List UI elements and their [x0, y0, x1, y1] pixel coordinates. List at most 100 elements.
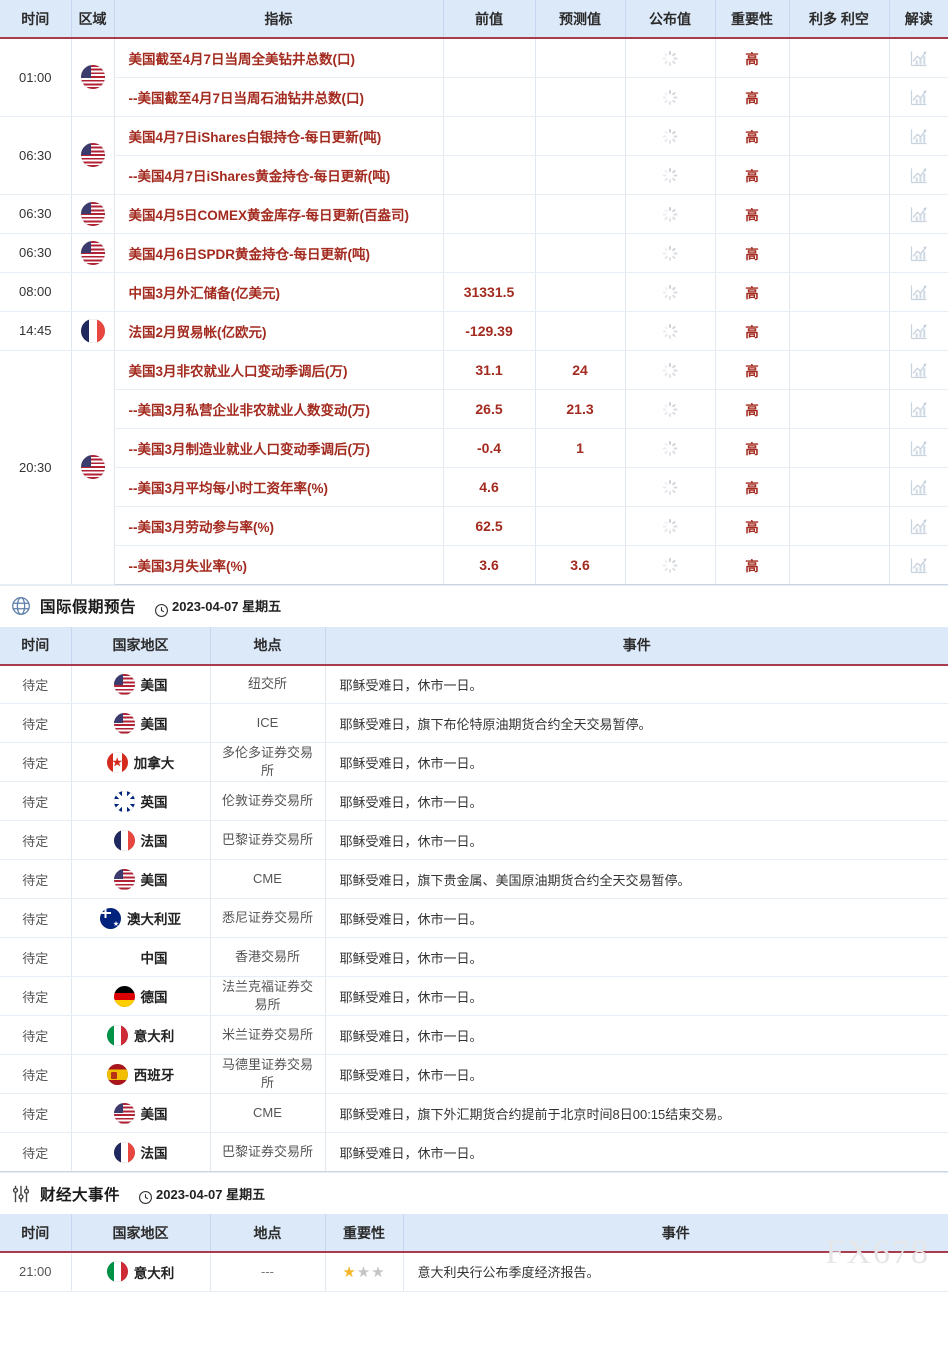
holiday-row[interactable]: 待定美国纽交所耶稣受难日，休市一日。 — [0, 665, 948, 704]
calendar-cell-analysis[interactable] — [889, 38, 948, 77]
calendar-cell-analysis[interactable] — [889, 155, 948, 194]
calendar-row[interactable]: 06:30美国4月5日COMEX黄金库存-每日更新(百盎司)高 — [0, 194, 948, 233]
calendar-cell-indicator[interactable]: 美国4月7日iShares白银持仓-每日更新(吨) — [114, 116, 443, 155]
holiday-cell-place: 伦敦证券交易所 — [210, 782, 325, 821]
holiday-row[interactable]: 待定西班牙马德里证券交易所耶稣受难日，休市一日。 — [0, 1055, 948, 1094]
calendar-cell-analysis[interactable] — [889, 389, 948, 428]
calendar-cell-indicator[interactable]: --美国截至4月7日当周石油钻井总数(口) — [114, 77, 443, 116]
analysis-chart-icon[interactable] — [909, 204, 929, 224]
calendar-cell-previous: 4.6 — [443, 467, 535, 506]
holiday-cell-event: 耶稣受难日，休市一日。 — [325, 977, 948, 1016]
analysis-chart-icon[interactable] — [909, 360, 929, 380]
holiday-cell-event: 耶稣受难日，休市一日。 — [325, 665, 948, 704]
calendar-cell-analysis[interactable] — [889, 428, 948, 467]
holiday-row[interactable]: 待定中国香港交易所耶稣受难日，休市一日。 — [0, 938, 948, 977]
calendar-cell-analysis[interactable] — [889, 233, 948, 272]
calendar-row[interactable]: --美国3月失业率(%)3.63.6高 — [0, 545, 948, 584]
calendar-row[interactable]: 08:00中国3月外汇储备(亿美元)31331.5高 — [0, 272, 948, 311]
holiday-row[interactable]: 待定澳大利亚悉尼证券交易所耶稣受难日，休市一日。 — [0, 899, 948, 938]
holiday-row[interactable]: 待定法国巴黎证券交易所耶稣受难日，休市一日。 — [0, 821, 948, 860]
calendar-cell-analysis[interactable] — [889, 116, 948, 155]
flag-ca-icon: ★ — [107, 752, 128, 773]
analysis-chart-icon[interactable] — [909, 516, 929, 536]
calendar-row[interactable]: 06:30美国4月7日iShares白银持仓-每日更新(吨)高 — [0, 116, 948, 155]
loading-spinner-icon — [663, 51, 678, 66]
calendar-cell-forecast: 3.6 — [535, 545, 625, 584]
holiday-row[interactable]: 待定美国CME耶稣受难日，旗下外汇期货合约提前于北京时间8日00:15结束交易。 — [0, 1094, 948, 1133]
calendar-row[interactable]: --美国4月7日iShares黄金持仓-每日更新(吨)高 — [0, 155, 948, 194]
analysis-chart-icon[interactable] — [909, 87, 929, 107]
calendar-cell-bull-bear — [789, 467, 889, 506]
holiday-row[interactable]: 待定★加拿大多伦多证券交易所耶稣受难日，休市一日。 — [0, 743, 948, 782]
calendar-cell-forecast — [535, 116, 625, 155]
holiday-cell-time: 待定 — [0, 821, 71, 860]
calendar-row[interactable]: --美国3月劳动参与率(%)62.5高 — [0, 506, 948, 545]
calendar-cell-forecast: 1 — [535, 428, 625, 467]
calendar-row[interactable]: --美国3月制造业就业人口变动季调后(万)-0.41高 — [0, 428, 948, 467]
calendar-cell-analysis[interactable] — [889, 194, 948, 233]
calendar-cell-analysis[interactable] — [889, 506, 948, 545]
events-cell-country: 意大利 — [71, 1252, 210, 1291]
calendar-cell-analysis[interactable] — [889, 467, 948, 506]
calendar-cell-indicator[interactable]: --美国3月失业率(%) — [114, 545, 443, 584]
calendar-cell-indicator[interactable]: --美国3月私营企业非农就业人数变动(万) — [114, 389, 443, 428]
calendar-row[interactable]: --美国3月平均每小时工资年率(%)4.6高 — [0, 467, 948, 506]
holiday-cell-time: 待定 — [0, 743, 71, 782]
calendar-cell-bull-bear — [789, 389, 889, 428]
holiday-cell-place: 米兰证券交易所 — [210, 1016, 325, 1055]
holiday-row[interactable]: 待定法国巴黎证券交易所耶稣受难日，休市一日。 — [0, 1133, 948, 1172]
calendar-row[interactable]: 14:45法国2月贸易帐(亿欧元)-129.39高 — [0, 311, 948, 350]
calendar-cell-indicator[interactable]: 美国4月5日COMEX黄金库存-每日更新(百盎司) — [114, 194, 443, 233]
analysis-chart-icon[interactable] — [909, 282, 929, 302]
calendar-cell-indicator[interactable]: 法国2月贸易帐(亿欧元) — [114, 311, 443, 350]
holiday-row[interactable]: 待定意大利米兰证券交易所耶稣受难日，休市一日。 — [0, 1016, 948, 1055]
calendar-cell-indicator[interactable]: 美国截至4月7日当周全美钻井总数(口) — [114, 38, 443, 77]
calendar-cell-indicator[interactable]: 中国3月外汇储备(亿美元) — [114, 272, 443, 311]
analysis-chart-icon[interactable] — [909, 126, 929, 146]
analysis-chart-icon[interactable] — [909, 555, 929, 575]
calendar-cell-bull-bear — [789, 311, 889, 350]
holiday-row[interactable]: 待定德国法兰克福证券交易所耶稣受难日，休市一日。 — [0, 977, 948, 1016]
calendar-cell-indicator[interactable]: 美国4月6日SPDR黄金持仓-每日更新(吨) — [114, 233, 443, 272]
calendar-row[interactable]: --美国截至4月7日当周石油钻井总数(口)高 — [0, 77, 948, 116]
flag-us-icon — [114, 869, 135, 890]
calendar-cell-forecast — [535, 272, 625, 311]
calendar-cell-bull-bear — [789, 155, 889, 194]
calendar-cell-analysis[interactable] — [889, 311, 948, 350]
calendar-row[interactable]: 06:30美国4月6日SPDR黄金持仓-每日更新(吨)高 — [0, 233, 948, 272]
holiday-section-title: 国际假期预告 — [40, 595, 136, 617]
calendar-cell-indicator[interactable]: --美国3月平均每小时工资年率(%) — [114, 467, 443, 506]
holiday-row[interactable]: 待定英国伦敦证券交易所耶稣受难日，休市一日。 — [0, 782, 948, 821]
calendar-cell-indicator[interactable]: --美国3月制造业就业人口变动季调后(万) — [114, 428, 443, 467]
calendar-cell-analysis[interactable] — [889, 272, 948, 311]
calendar-cell-analysis[interactable] — [889, 77, 948, 116]
calendar-cell-indicator[interactable]: 美国3月非农就业人口变动季调后(万) — [114, 350, 443, 389]
calendar-cell-previous: -0.4 — [443, 428, 535, 467]
calendar-cell-previous — [443, 155, 535, 194]
analysis-chart-icon[interactable] — [909, 477, 929, 497]
flag-placeholder — [114, 947, 135, 968]
calendar-cell-analysis[interactable] — [889, 350, 948, 389]
calendar-cell-published — [625, 389, 715, 428]
analysis-chart-icon[interactable] — [909, 321, 929, 341]
calendar-cell-region — [71, 233, 114, 272]
calendar-cell-indicator[interactable]: --美国3月劳动参与率(%) — [114, 506, 443, 545]
holiday-row[interactable]: 待定美国CME耶稣受难日，旗下贵金属、美国原油期货合约全天交易暂停。 — [0, 860, 948, 899]
analysis-chart-icon[interactable] — [909, 438, 929, 458]
calendar-row[interactable]: 20:30美国3月非农就业人口变动季调后(万)31.124高 — [0, 350, 948, 389]
analysis-chart-icon[interactable] — [909, 48, 929, 68]
calendar-row[interactable]: 01:00美国截至4月7日当周全美钻井总数(口)高 — [0, 38, 948, 77]
events-section-date: 2023-04-07 星期五 — [156, 1187, 265, 1202]
calendar-row[interactable]: --美国3月私营企业非农就业人数变动(万)26.521.3高 — [0, 389, 948, 428]
holiday-cell-place: 马德里证券交易所 — [210, 1055, 325, 1094]
holiday-cell-place: 多伦多证券交易所 — [210, 743, 325, 782]
analysis-chart-icon[interactable] — [909, 243, 929, 263]
events-row[interactable]: 21:00意大利---★★★意大利央行公布季度经济报告。 — [0, 1252, 948, 1291]
holiday-row[interactable]: 待定美国ICE耶稣受难日，旗下布伦特原油期货合约全天交易暂停。 — [0, 704, 948, 743]
calendar-cell-previous — [443, 233, 535, 272]
analysis-chart-icon[interactable] — [909, 165, 929, 185]
calendar-cell-analysis[interactable] — [889, 545, 948, 584]
calendar-cell-indicator[interactable]: --美国4月7日iShares黄金持仓-每日更新(吨) — [114, 155, 443, 194]
analysis-chart-icon[interactable] — [909, 399, 929, 419]
holiday-country-label: 加拿大 — [134, 756, 175, 771]
